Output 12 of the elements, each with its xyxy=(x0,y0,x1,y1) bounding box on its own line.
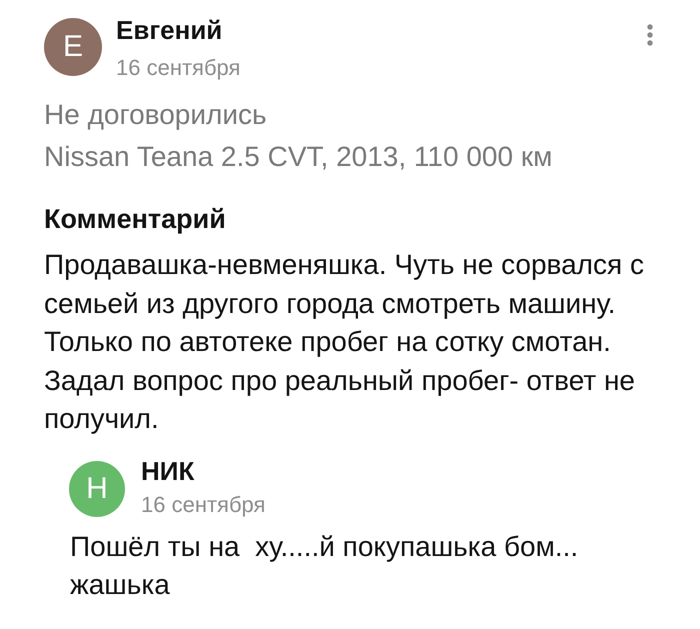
author-name: НИК xyxy=(141,456,196,484)
reply-date: 16 сентября xyxy=(141,492,266,516)
deal-status: Не договорились xyxy=(44,98,268,132)
comment-heading: Комментарий xyxy=(44,203,227,236)
author-name: Евгений xyxy=(116,16,224,44)
comment-text: Продавашка-невменяшка. Чуть не сорвался с семьей из другого города смотреть машину. Только по автотеке пробег на сотку смотан. Задал вопрос про реальный пробег- ответ не получил. xyxy=(44,248,645,436)
menu-icon[interactable] xyxy=(647,24,653,46)
review-date: 16 сентября xyxy=(116,56,240,80)
avatar: Е xyxy=(44,18,102,76)
car-details: Nissan Teana 2.5 CVT, 2013, 110 000 км xyxy=(44,140,554,174)
reply-text: Пошёл ты на ху.....й покупашька бом... жашька xyxy=(70,530,580,602)
avatar: Н xyxy=(69,460,125,516)
